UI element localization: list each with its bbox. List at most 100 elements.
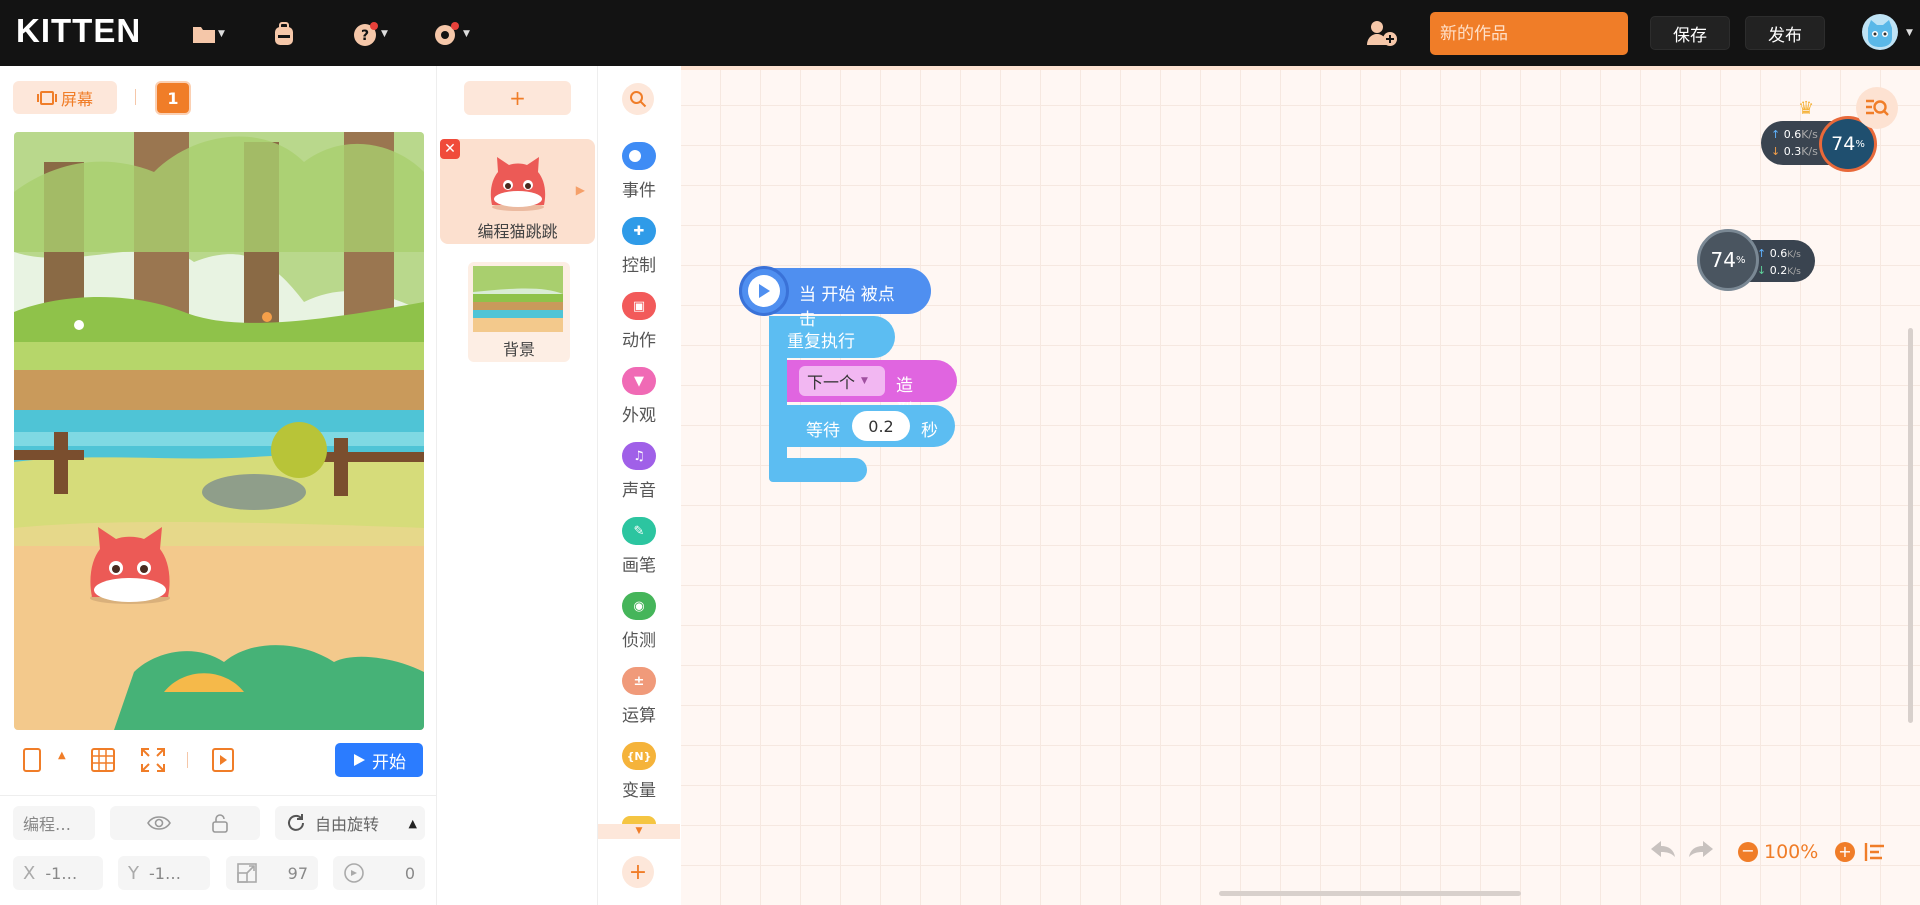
file-menu-button[interactable]: ▼ (192, 18, 225, 50)
gamepad-icon: ✚ (622, 217, 656, 245)
video-play-icon (212, 748, 234, 772)
category-control[interactable]: ✚ 控制 (598, 217, 680, 283)
avatar-caret-icon[interactable]: ▼ (1906, 28, 1913, 38)
sprite-expand-icon[interactable]: ▶ (576, 183, 585, 197)
block-search-button[interactable] (1856, 87, 1898, 129)
category-operators[interactable]: ± 运算 (598, 667, 680, 733)
background-thumbnail (473, 266, 563, 332)
category-label: 侦测 (622, 631, 656, 651)
avatar[interactable] (1862, 14, 1898, 50)
horizontal-scrollbar[interactable] (1219, 891, 1521, 896)
script-stack[interactable]: 重复执行 当 开始 被点击 下一个 ▼ 造型 等待 0.2 秒 (711, 266, 957, 482)
collaborate-button[interactable] (1365, 17, 1399, 49)
hat-label: 当 开始 被点击 (799, 285, 895, 330)
upload-speed: ↑ 0.6K/s (1757, 247, 1801, 260)
zoom-out-button[interactable]: − (1738, 842, 1758, 862)
code-workspace[interactable]: 重复执行 当 开始 被点击 下一个 ▼ 造型 等待 0.2 秒 ↑ 0.6K/s… (681, 66, 1920, 905)
size-field[interactable]: 97 (226, 856, 318, 890)
repeat-block-foot (769, 458, 867, 482)
costume-dropdown[interactable]: 下一个 ▼ (799, 366, 885, 396)
sprite-card[interactable]: ✕ ▶ 编程猫跳跳 (440, 139, 595, 244)
play-mode-button[interactable] (210, 747, 236, 773)
vertical-scrollbar[interactable] (1908, 328, 1913, 723)
start-button[interactable]: 开始 (335, 743, 423, 777)
scroll-down-button[interactable]: ▼ (598, 824, 680, 839)
direction-value: 0 (404, 863, 415, 883)
stage-size-caret-icon[interactable]: ▲ (58, 750, 66, 761)
category-variables[interactable]: {N} 变量 (598, 742, 680, 808)
category-label: 声音 (622, 481, 656, 501)
rotation-mode-select[interactable]: 自由旋转 ▲ (275, 806, 425, 840)
add-sprite-button[interactable]: + (464, 81, 571, 115)
category-looks[interactable]: ▼ 外观 (598, 367, 680, 433)
toggle-icon (622, 142, 656, 170)
category-sensing[interactable]: ◉ 侦测 (598, 592, 680, 658)
grid-toggle-button[interactable] (90, 747, 116, 773)
sprite-name-field[interactable]: 编程… (13, 806, 95, 840)
divider (0, 795, 437, 796)
start-label: 开始 (372, 752, 406, 773)
eye-icon (147, 816, 171, 830)
stage-canvas[interactable] (14, 132, 424, 730)
avatar-cat-icon (1868, 20, 1892, 47)
background-card[interactable]: 背景 (468, 262, 570, 362)
download-speed: ↓ 0.3K/s (1771, 145, 1818, 158)
list-search-icon (1866, 99, 1889, 116)
redo-button[interactable] (1687, 839, 1715, 863)
category-sound[interactable]: ♫ 声音 (598, 442, 680, 508)
search-blocks-button[interactable] (622, 83, 654, 115)
x-field[interactable]: X -1… (13, 856, 103, 890)
add-user-icon (1367, 21, 1397, 46)
save-button[interactable]: 保存 (1650, 16, 1730, 50)
add-extension-button[interactable]: + (622, 856, 654, 888)
costume-dropdown-value: 下一个 (807, 373, 856, 392)
lock-field[interactable] (180, 806, 260, 840)
unlock-icon (212, 814, 228, 833)
forest-scene (14, 132, 424, 730)
rotation-label: 自由旋转 (315, 815, 380, 834)
category-pen[interactable]: ✎ 画笔 (598, 517, 680, 583)
category-label: 变量 (622, 781, 656, 801)
category-label: 动作 (622, 331, 656, 351)
sprite-name-label: 编程猫跳跳 (477, 222, 558, 241)
download-speed: ↓ 0.2K/s (1757, 264, 1801, 277)
rotate-icon (288, 814, 304, 831)
top-bar: KITTEN ▼ ? ▼ ▼ 保存 发布 ▼ (0, 0, 1920, 66)
cpu-percent-gauge-side[interactable]: 74% (1697, 229, 1759, 291)
y-field[interactable]: Y -1… (118, 856, 210, 890)
pen-icon: ✎ (622, 517, 656, 545)
screen-tab[interactable]: 屏幕 (13, 81, 117, 114)
publish-button[interactable]: 发布 (1745, 16, 1825, 50)
play-icon (354, 754, 365, 766)
delete-sprite-icon[interactable]: ✕ (440, 139, 460, 159)
backpack-button[interactable] (272, 18, 296, 50)
workspace-top-edge (681, 66, 1920, 70)
app-logo[interactable]: KITTEN (16, 12, 141, 50)
category-motion[interactable]: ▣ 动作 (598, 292, 680, 358)
undo-button[interactable] (1649, 839, 1677, 863)
zoom-level: 100% (1764, 841, 1819, 863)
arrange-blocks-button[interactable] (1864, 842, 1886, 866)
repeat-label: 重复执行 (787, 332, 855, 352)
project-name-input[interactable] (1430, 12, 1628, 55)
fullscreen-button[interactable] (140, 747, 166, 773)
category-label: 控制 (622, 256, 656, 276)
screen-icon (36, 90, 57, 105)
shirt-icon: ▼ (622, 367, 656, 395)
gear-icon (435, 22, 459, 45)
zoom-in-button[interactable]: + (1835, 842, 1855, 862)
category-event[interactable]: 事件 (598, 142, 680, 208)
help-icon: ? (354, 22, 378, 46)
help-menu-button[interactable]: ? ▼ (353, 18, 388, 50)
backpack-icon (275, 22, 293, 45)
screen-number-badge[interactable]: 1 (155, 81, 191, 115)
motion-icon: ▣ (622, 292, 656, 320)
y-value: -1… (149, 863, 181, 883)
divider (187, 752, 188, 768)
settings-menu-button[interactable]: ▼ (433, 18, 470, 50)
divider (135, 89, 136, 105)
stage-size-button[interactable] (20, 747, 46, 773)
sensor-icon: ◉ (622, 592, 656, 620)
wait-seconds-input[interactable]: 0.2 (852, 411, 910, 441)
direction-field[interactable]: 0 (333, 856, 425, 890)
